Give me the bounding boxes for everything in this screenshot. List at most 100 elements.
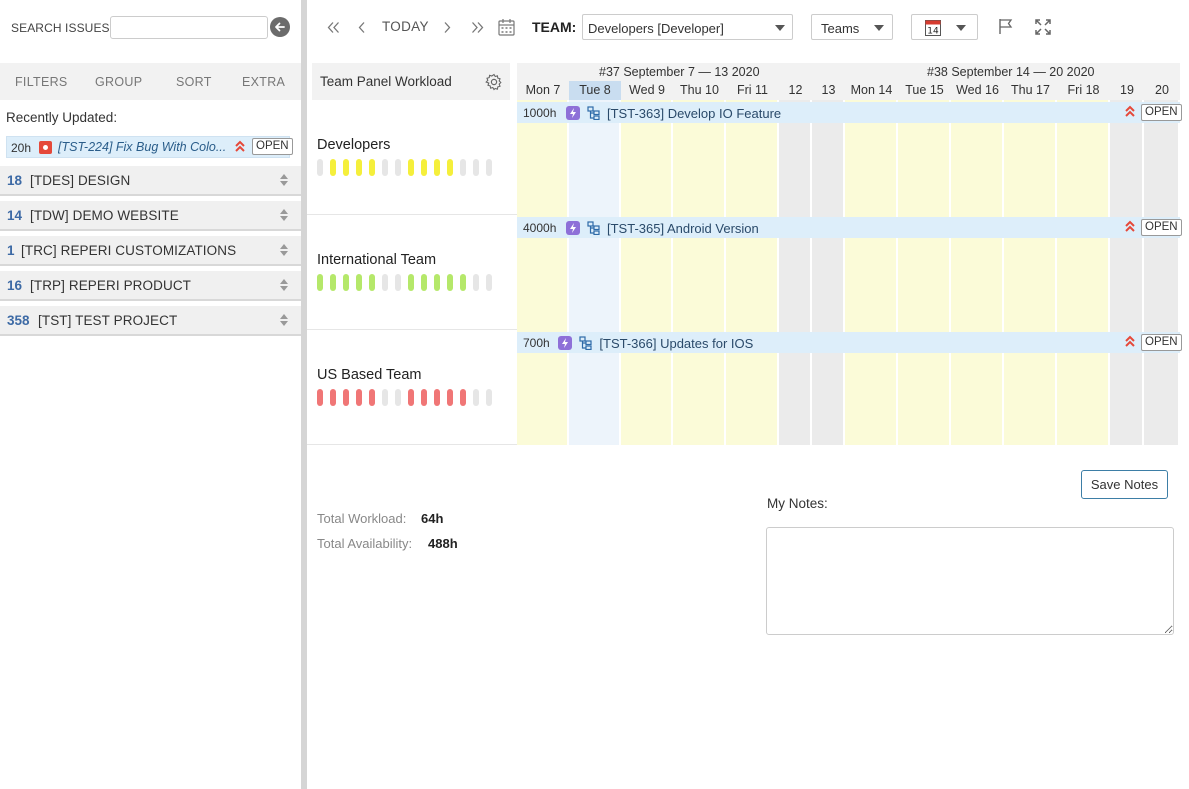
double-chevron-right-icon[interactable] (471, 21, 484, 37)
task-bar[interactable]: 1000h [TST-363] Develop IO Feature OPEN (517, 102, 1182, 123)
project-tdes[interactable]: 18 [TDES] DESIGN (0, 166, 301, 196)
flag-icon[interactable] (998, 18, 1014, 38)
workload-bar (460, 389, 466, 406)
expand-sort-icon[interactable] (279, 208, 289, 225)
search-go-button[interactable] (270, 17, 290, 37)
recent-issue-open-button[interactable]: OPEN (252, 138, 293, 155)
workload-bar (369, 274, 375, 291)
workload-bar (395, 159, 401, 176)
notes-textarea[interactable] (766, 527, 1174, 635)
team-select-value: Developers [Developer] (588, 21, 724, 36)
task-hours: 1000h (523, 106, 557, 120)
workload-bar (369, 389, 375, 406)
panel-header: Team Panel Workload (312, 63, 510, 100)
expand-sort-icon[interactable] (279, 173, 289, 190)
task-open-button[interactable]: OPEN (1141, 334, 1182, 351)
project-count: 14 (7, 208, 23, 223)
workload-bar (460, 274, 466, 291)
task-open-button[interactable]: OPEN (1141, 219, 1182, 236)
task-title[interactable]: [TST-365] Android Version (607, 221, 759, 236)
notes-label: My Notes: (767, 496, 828, 511)
workload-bar (317, 389, 323, 406)
fullscreen-icon[interactable] (1035, 19, 1051, 38)
workload-bar (382, 389, 388, 406)
team-label: TEAM: (532, 19, 577, 35)
workload-bar (330, 389, 336, 406)
workload-bar (408, 274, 414, 291)
project-tdw[interactable]: 14 [TDW] DEMO WEBSITE (0, 201, 301, 231)
bug-icon (39, 141, 52, 154)
team-name[interactable]: US Based Team (317, 367, 422, 383)
workload-bar (486, 389, 492, 406)
workload-bar (330, 274, 336, 291)
hierarchy-icon (587, 106, 601, 123)
team-select[interactable]: Developers [Developer] (582, 14, 793, 40)
double-chevron-left-icon[interactable] (327, 21, 340, 37)
task-title[interactable]: [TST-363] Develop IO Feature (607, 106, 781, 121)
chevron-left-icon[interactable] (357, 21, 366, 37)
team-row: International Team 4000h [TST-365] Android… (307, 215, 1182, 330)
day-header: Mon 7 (525, 83, 561, 97)
chevron-down-icon (775, 25, 785, 31)
team-name[interactable]: Developers (317, 137, 390, 153)
day-header: Tue 8 (569, 81, 621, 100)
date-picker-select[interactable]: 14 (911, 14, 978, 40)
workload-bar (356, 159, 362, 176)
team-row: US Based Team 700h [TST-366] Updates for I… (307, 330, 1182, 445)
expand-sort-icon[interactable] (279, 278, 289, 295)
project-tst[interactable]: 358 [TST] TEST PROJECT (0, 306, 301, 336)
save-notes-button[interactable]: Save Notes (1081, 470, 1168, 499)
gear-icon[interactable] (485, 73, 503, 94)
tab-group[interactable]: GROUP (95, 75, 142, 89)
calendar-icon[interactable] (498, 18, 515, 39)
hierarchy-icon (579, 336, 593, 353)
task-open-button[interactable]: OPEN (1141, 104, 1182, 121)
task-bar[interactable]: 700h [TST-366] Updates for IOS OPEN (517, 332, 1182, 353)
teams-select[interactable]: Teams (811, 14, 893, 40)
expand-sort-icon[interactable] (279, 313, 289, 330)
project-name: [TDW] DEMO WEBSITE (30, 208, 179, 223)
task-title[interactable]: [TST-366] Updates for IOS (599, 336, 753, 351)
team-row: Developers 1000h [TST-363] Develop IO Feat… (307, 100, 1182, 215)
project-trp[interactable]: 16 [TRP] REPERI PRODUCT (0, 271, 301, 301)
task-bar[interactable]: 4000h [TST-365] Android Version OPEN (517, 217, 1182, 238)
total-workload-label: Total Workload: (317, 511, 407, 526)
workload-bar (395, 389, 401, 406)
team-name[interactable]: International Team (317, 252, 436, 268)
project-count: 16 (7, 278, 23, 293)
workload-bar (473, 159, 479, 176)
week-label: #38 September 14 — 20 2020 (927, 65, 1095, 79)
project-trc[interactable]: 1 [TRC] REPERI CUSTOMIZATIONS (0, 236, 301, 266)
project-count: 1 (7, 243, 15, 258)
day-header: Wed 9 (629, 83, 665, 97)
total-availability-label: Total Availability: (317, 536, 413, 551)
highest-priority-icon (1124, 334, 1136, 351)
day-header: Fri 18 (1067, 83, 1100, 97)
expand-sort-icon[interactable] (279, 243, 289, 260)
search-input[interactable] (110, 16, 268, 39)
workload-bar (447, 274, 453, 291)
workload-bar (421, 159, 427, 176)
tab-sort[interactable]: SORT (176, 75, 212, 89)
chevron-right-icon[interactable] (443, 21, 452, 37)
recent-issue[interactable]: 20h [TST-224] Fix Bug With Colo... OPEN (6, 136, 293, 158)
workload-bar (473, 389, 479, 406)
workload-bar (356, 389, 362, 406)
workload-bar (434, 389, 440, 406)
recent-issue-title[interactable]: [TST-224] Fix Bug With Colo... (58, 140, 228, 154)
tab-extra[interactable]: EXTRA (242, 75, 285, 89)
sidebar-tabs: FILTERS GROUP SORT EXTRA (0, 63, 301, 100)
project-name: [TST] TEST PROJECT (38, 313, 178, 328)
day-header: Thu 17 (1011, 83, 1050, 97)
today-button[interactable]: TODAY (382, 19, 429, 34)
project-name: [TRC] REPERI CUSTOMIZATIONS (21, 243, 237, 258)
tab-filters[interactable]: FILTERS (15, 75, 68, 89)
workload-bar (447, 159, 453, 176)
day-header: Tue 15 (905, 83, 944, 97)
day-header: 12 (788, 83, 803, 97)
project-name: [TDES] DESIGN (30, 173, 131, 188)
workload-bar (356, 274, 362, 291)
highest-priority-icon (234, 139, 246, 156)
highest-priority-icon (1124, 104, 1136, 121)
day-header: 20 (1155, 83, 1169, 97)
